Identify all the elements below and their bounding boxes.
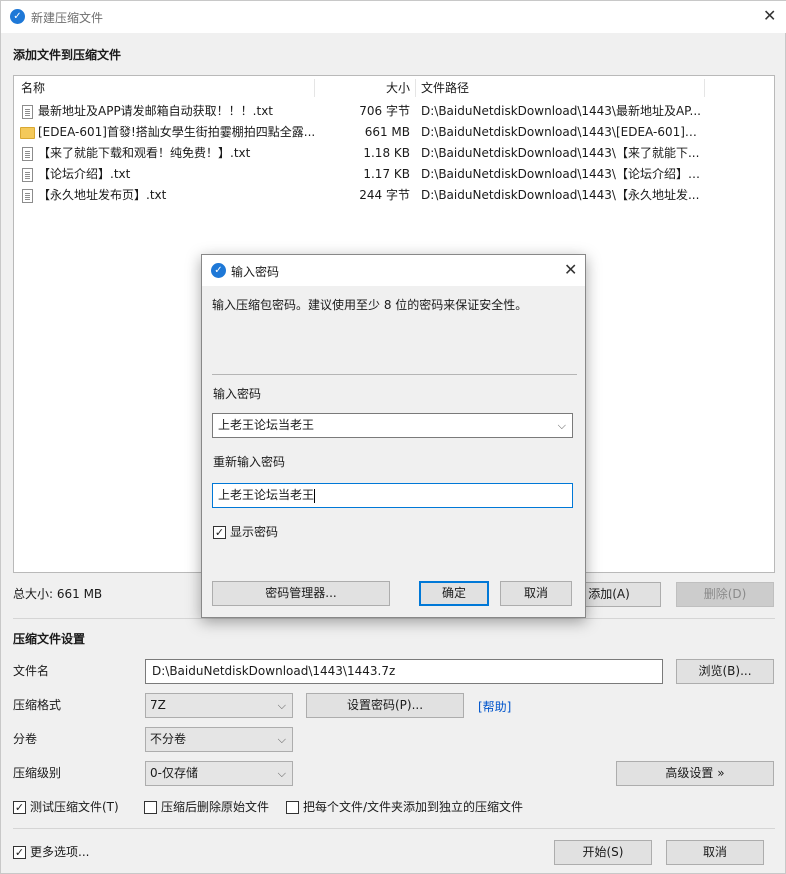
advanced-settings-button[interactable]: 高级设置 »: [616, 761, 774, 786]
text-caret: [314, 488, 316, 503]
text-file-icon: [22, 168, 33, 182]
file-path: D:\BaiduNetdiskDownload\1443\最新地址及AP...: [421, 104, 701, 118]
separate-archives-label[interactable]: 把每个文件/文件夹添加到独立的压缩文件: [303, 799, 523, 815]
split-value: 不分卷: [150, 732, 187, 746]
chevron-down-icon[interactable]: ⌵: [558, 414, 566, 437]
file-row[interactable]: 【永久地址发布页】.txt 244 字节 D:\BaiduNetdiskDown…: [14, 185, 774, 206]
filename-label: 文件名: [13, 664, 50, 678]
chevron-down-icon: ⌵: [277, 767, 286, 780]
text-file-icon: [22, 147, 33, 161]
start-button[interactable]: 开始(S): [554, 840, 652, 865]
delete-after-label[interactable]: 压缩后删除原始文件: [161, 799, 269, 815]
file-row[interactable]: [EDEA-601]首發!搭訕女學生街拍霎棚拍四點全露... 661 MB D:…: [14, 122, 774, 143]
column-header-name[interactable]: 名称: [21, 76, 45, 100]
chevron-down-icon: ⌵: [277, 699, 286, 712]
level-value: 0-仅存储: [150, 766, 198, 780]
baidunetdisk-icon: ✓: [10, 9, 25, 24]
title-bar: ✓ 新建压缩文件 ✕: [1, 1, 786, 33]
chevron-down-icon: ⌵: [277, 733, 286, 746]
confirm-password-value: 上老王论坛当老王: [218, 488, 315, 502]
confirm-password-input[interactable]: 上老王论坛当老王: [212, 483, 573, 508]
file-path: D:\BaiduNetdiskDownload\1443\【来了就能下...: [421, 146, 700, 160]
password-input[interactable]: 上老王论坛当老王 ⌵: [212, 413, 573, 438]
show-password-checkbox[interactable]: ✓: [213, 526, 226, 539]
file-name: 【论坛介绍】.txt: [38, 167, 131, 181]
folder-icon: [20, 127, 35, 139]
window-title: 新建压缩文件: [31, 11, 104, 25]
file-row[interactable]: 【来了就能下载和观看！纯免费！】.txt 1.18 KB D:\BaiduNet…: [14, 143, 774, 164]
dialog-description: 输入压缩包密码。建议使用至少 8 位的密码来保证安全性。: [212, 298, 528, 312]
more-options-label[interactable]: 更多选项...: [30, 844, 89, 860]
file-row[interactable]: 【论坛介绍】.txt 1.17 KB D:\BaiduNetdiskDownlo…: [14, 164, 774, 185]
split-select[interactable]: 不分卷 ⌵: [145, 727, 293, 752]
file-size: 1.18 KB: [363, 146, 410, 160]
confirm-password-label: 重新输入密码: [213, 455, 286, 469]
more-options-checkbox[interactable]: ✓: [13, 846, 26, 859]
dialog-title-bar: ✓ 输入密码 ✕: [202, 255, 585, 286]
password-manager-button[interactable]: 密码管理器...: [212, 581, 390, 606]
file-row[interactable]: 最新地址及APP请发邮箱自动获取！！！.txt 706 字节 D:\BaiduN…: [14, 101, 774, 122]
file-path: D:\BaiduNetdiskDownload\1443\[EDEA-601]首…: [421, 125, 701, 139]
show-password-label[interactable]: 显示密码: [230, 524, 278, 540]
format-select[interactable]: 7Z ⌵: [145, 693, 293, 718]
file-name: 最新地址及APP请发邮箱自动获取！！！.txt: [38, 104, 274, 118]
level-select[interactable]: 0-仅存储 ⌵: [145, 761, 293, 786]
file-path: D:\BaiduNetdiskDownload\1443\【论坛介绍】....: [421, 167, 701, 181]
settings-title: 压缩文件设置: [13, 632, 86, 646]
password-value: 上老王论坛当老王: [218, 418, 315, 432]
close-icon[interactable]: ✕: [763, 8, 776, 24]
level-label: 压缩级别: [13, 766, 62, 780]
file-name: 【永久地址发布页】.txt: [38, 188, 167, 202]
password-dialog: ✓ 输入密码 ✕ 输入压缩包密码。建议使用至少 8 位的密码来保证安全性。 输入…: [201, 254, 586, 618]
test-archive-label[interactable]: 测试压缩文件(T): [30, 799, 119, 815]
set-password-button[interactable]: 设置密码(P)...: [306, 693, 464, 718]
file-path: D:\BaiduNetdiskDownload\1443\【永久地址发...: [421, 188, 700, 202]
remove-button[interactable]: 删除(D): [676, 582, 774, 607]
dialog-cancel-button[interactable]: 取消: [500, 581, 572, 606]
format-label: 压缩格式: [13, 698, 62, 712]
baidunetdisk-icon: ✓: [211, 263, 226, 278]
file-name: 【来了就能下载和观看！纯免费！】.txt: [38, 146, 251, 160]
close-icon[interactable]: ✕: [564, 262, 577, 278]
test-archive-checkbox[interactable]: ✓: [13, 801, 26, 814]
dialog-title: 输入密码: [231, 265, 280, 279]
file-size: 244 字节: [359, 188, 410, 202]
separate-archives-checkbox[interactable]: [286, 801, 299, 814]
total-size: 总大小: 661 MB: [13, 587, 103, 601]
column-header-size[interactable]: 大小: [316, 76, 410, 100]
filename-input[interactable]: D:\BaiduNetdiskDownload\1443\1443.7z: [145, 659, 663, 684]
cancel-button[interactable]: 取消: [666, 840, 764, 865]
column-separator: [415, 79, 416, 97]
column-separator: [704, 79, 705, 97]
file-size: 1.17 KB: [363, 167, 410, 181]
text-file-icon: [22, 105, 33, 119]
file-name: [EDEA-601]首發!搭訕女學生街拍霎棚拍四點全露...: [38, 125, 316, 139]
divider: [212, 374, 577, 375]
text-file-icon: [22, 189, 33, 203]
file-size: 661 MB: [364, 125, 410, 139]
column-header-path[interactable]: 文件路径: [421, 76, 469, 100]
divider: [13, 828, 775, 829]
column-separator: [314, 79, 315, 97]
add-section-title: 添加文件到压缩文件: [13, 48, 122, 62]
format-value: 7Z: [150, 698, 166, 712]
split-label: 分卷: [13, 732, 38, 746]
browse-button[interactable]: 浏览(B)...: [676, 659, 774, 684]
divider: [13, 618, 775, 619]
delete-after-checkbox[interactable]: [144, 801, 157, 814]
file-size: 706 字节: [359, 104, 410, 118]
help-link[interactable]: [帮助]: [478, 698, 511, 715]
ok-button[interactable]: 确定: [419, 581, 489, 606]
password-label: 输入密码: [213, 387, 262, 401]
